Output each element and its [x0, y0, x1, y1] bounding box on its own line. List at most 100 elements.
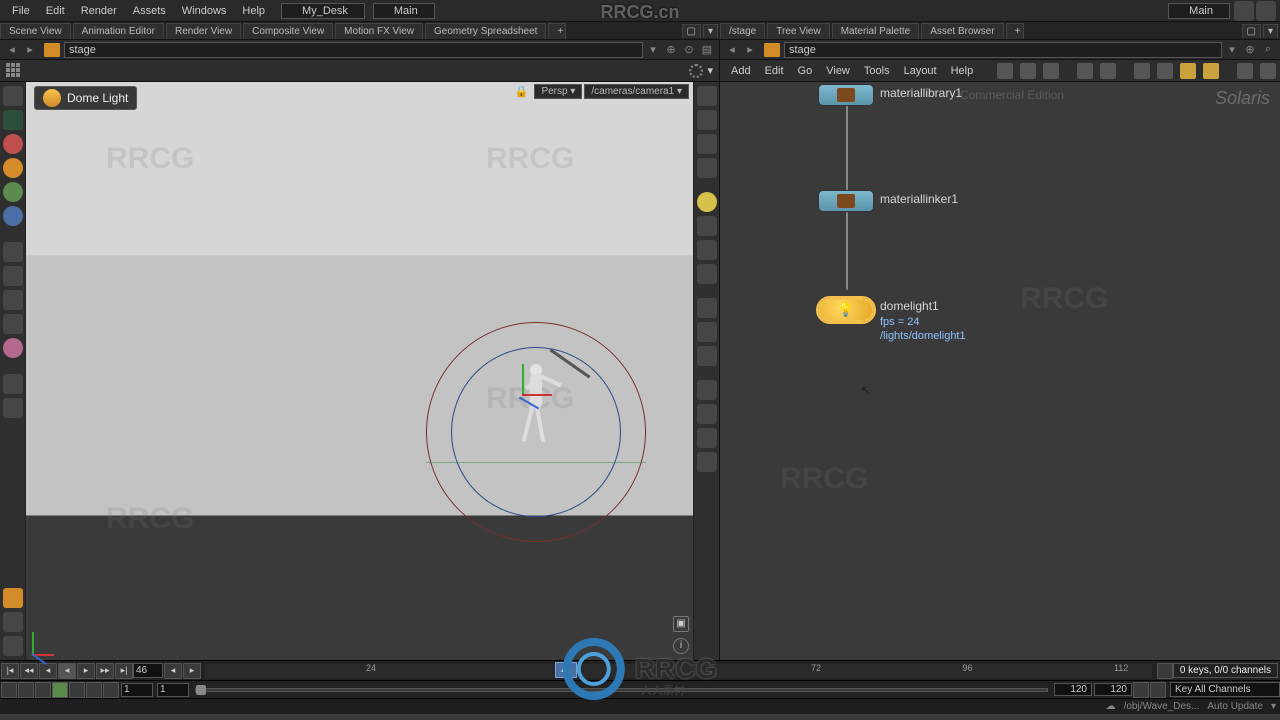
tab-tree-view[interactable]: Tree View — [767, 23, 829, 39]
tab-add-left[interactable]: + — [548, 23, 566, 39]
menu-render[interactable]: Render — [73, 2, 125, 20]
path-pin-right-icon[interactable]: ⊕ — [1242, 42, 1258, 58]
viewport-info-icon[interactable]: i — [673, 638, 689, 654]
display-gamma-icon[interactable] — [697, 428, 717, 448]
home-right-icon[interactable] — [764, 43, 780, 57]
range-opt4-icon[interactable] — [69, 682, 85, 698]
net-menu-view[interactable]: View — [819, 62, 857, 80]
display-ghost-icon[interactable] — [697, 264, 717, 284]
tool-green-icon[interactable] — [3, 182, 23, 202]
range-start-input[interactable] — [121, 683, 153, 697]
home-icon[interactable] — [44, 43, 60, 57]
pane-maximize-icon[interactable]: ▢ — [682, 24, 701, 38]
display-opt-1-icon[interactable] — [697, 86, 717, 106]
forward-icon[interactable]: ▸ — [22, 42, 38, 58]
net-tool-1-icon[interactable] — [997, 63, 1013, 79]
status-drop-icon[interactable]: ▾ — [1271, 701, 1276, 712]
range-opt5-icon[interactable] — [86, 682, 102, 698]
node-graph-canvas[interactable]: Solaris Commercial Edition RRCG RRCG mat… — [720, 82, 1280, 660]
forward-right-icon[interactable]: ▸ — [742, 42, 758, 58]
display-opt-2-icon[interactable] — [697, 110, 717, 130]
menu-help[interactable]: Help — [234, 2, 273, 20]
path-pin-icon[interactable]: ⊕ — [663, 42, 679, 58]
tab-material-palette[interactable]: Material Palette — [832, 23, 919, 39]
net-tool-3-icon[interactable] — [1043, 63, 1059, 79]
net-tool-6-icon[interactable] — [1134, 63, 1150, 79]
tab-add-right[interactable]: + — [1006, 23, 1024, 39]
viewport[interactable]: Dome Light 🔒 Persp ▾ /cameras/camera1 ▾ … — [26, 82, 693, 660]
display-shade-icon[interactable] — [697, 216, 717, 236]
right-desk-dropdown[interactable]: Main — [1168, 3, 1230, 19]
back-right-icon[interactable]: ◂ — [724, 42, 740, 58]
net-tool-8-icon[interactable] — [1180, 63, 1196, 79]
prev-key-icon[interactable]: ◂◂ — [20, 663, 38, 679]
range-opt1-icon[interactable] — [1, 682, 17, 698]
help-icon[interactable] — [1234, 1, 1254, 21]
range-end[interactable]: 120 — [1054, 683, 1092, 696]
goto-end-icon[interactable]: ▸| — [115, 663, 133, 679]
magnet-tool-icon[interactable] — [3, 338, 23, 358]
menu-edit[interactable]: Edit — [38, 2, 73, 20]
range-end2[interactable]: 120 — [1094, 683, 1132, 696]
play-forward-icon[interactable]: ▸ — [77, 663, 95, 679]
viewport-drop-icon[interactable]: ▾ — [707, 64, 713, 78]
tab-asset-browser[interactable]: Asset Browser — [921, 23, 1003, 39]
next-frame-icon[interactable]: ▸ — [183, 663, 201, 679]
range-start2-input[interactable] — [157, 683, 189, 697]
step-back-icon[interactable]: ◂ — [39, 663, 57, 679]
menu-assets[interactable]: Assets — [125, 2, 174, 20]
shelf-grid-icon[interactable] — [6, 63, 22, 79]
lock-tool-icon[interactable] — [3, 110, 23, 130]
net-tool-9-icon[interactable] — [1203, 63, 1219, 79]
back-icon[interactable]: ◂ — [4, 42, 20, 58]
render-region-icon[interactable] — [3, 398, 23, 418]
path-lock-icon[interactable]: ⊙ — [681, 42, 697, 58]
rotate-tool-icon[interactable] — [3, 290, 23, 310]
snap-tool-icon[interactable] — [3, 242, 23, 262]
context-dropdown[interactable]: Main — [373, 3, 435, 19]
scale-tool-icon[interactable] — [3, 314, 23, 334]
viewport-snapshot-icon[interactable]: ▣ — [673, 616, 689, 632]
pane-menu-right-icon[interactable]: ▾ — [1263, 24, 1278, 38]
node-materiallinker[interactable] — [818, 190, 874, 212]
node-materiallibrary[interactable] — [818, 84, 874, 106]
path-misc-icon[interactable]: ▤ — [699, 42, 715, 58]
path-find-right-icon[interactable]: ⌕ — [1260, 42, 1276, 58]
autokey-icon[interactable] — [1133, 682, 1149, 698]
net-tool-7-icon[interactable] — [1157, 63, 1173, 79]
camera-path-dropdown[interactable]: /cameras/camera1 ▾ — [584, 84, 689, 99]
pane-menu-icon[interactable]: ▾ — [703, 24, 718, 38]
net-menu-layout[interactable]: Layout — [897, 62, 944, 80]
key-mode-dropdown[interactable]: Key All Channels — [1170, 682, 1280, 697]
path-drop-right-icon[interactable]: ▾ — [1224, 42, 1240, 58]
range-opt6-icon[interactable] — [103, 682, 119, 698]
tab-scene-view[interactable]: Scene View — [0, 23, 71, 39]
realtime-toggle-icon[interactable] — [52, 682, 68, 698]
net-tool-2-icon[interactable] — [1020, 63, 1036, 79]
pane-maximize-right-icon[interactable]: ▢ — [1242, 24, 1261, 38]
display-x-icon[interactable] — [697, 298, 717, 318]
inspect-tool-icon[interactable] — [3, 374, 23, 394]
tab-render-view[interactable]: Render View — [166, 23, 241, 39]
display-y-icon[interactable] — [697, 322, 717, 342]
status-cloud-icon[interactable]: ☁ — [1106, 701, 1116, 712]
range-opt2-icon[interactable] — [18, 682, 34, 698]
path-drop-icon[interactable]: ▾ — [645, 42, 661, 58]
display-color-icon[interactable] — [697, 380, 717, 400]
net-menu-add[interactable]: Add — [724, 62, 758, 80]
goto-start-icon[interactable]: |◂ — [1, 663, 19, 679]
select-tool-icon[interactable] — [3, 86, 23, 106]
net-info-icon[interactable] — [1260, 63, 1276, 79]
shelf-camera-icon[interactable] — [3, 636, 23, 656]
tool-orange-icon[interactable] — [3, 158, 23, 178]
shelf-box-icon[interactable] — [3, 588, 23, 608]
play-back-icon[interactable]: ◂ — [58, 663, 76, 679]
net-tool-4-icon[interactable] — [1077, 63, 1093, 79]
display-wire-icon[interactable] — [697, 240, 717, 260]
left-path-input[interactable] — [64, 42, 643, 58]
range-opt3-icon[interactable] — [35, 682, 51, 698]
camera-type-dropdown[interactable]: Persp ▾ — [534, 84, 582, 99]
display-opt-4-icon[interactable] — [697, 158, 717, 178]
tab-geometry-spreadsheet[interactable]: Geometry Spreadsheet — [425, 23, 546, 39]
menu-windows[interactable]: Windows — [174, 2, 235, 20]
